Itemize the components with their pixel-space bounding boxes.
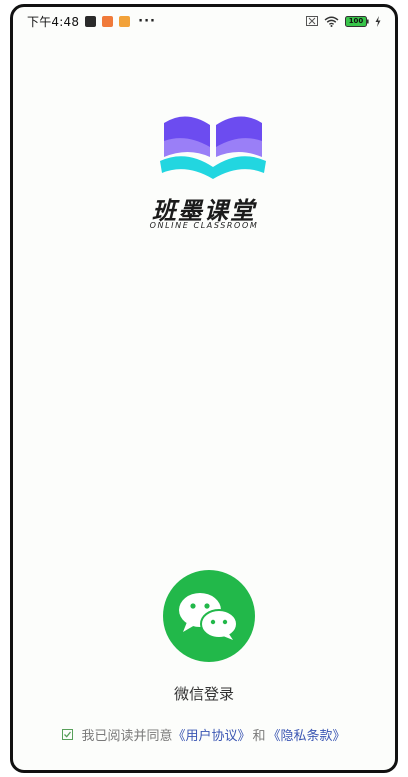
battery-icon: 100 (345, 15, 369, 27)
notification-app-icon-3 (119, 15, 131, 27)
phone-screen: 下午4:48 ··· 100 班墨课堂 ONLINE CLASSROOM 微信登… (10, 4, 398, 773)
agreement-checkbox[interactable] (62, 729, 74, 740)
wechat-login-button[interactable] (163, 570, 255, 662)
book-logo (158, 111, 268, 181)
notification-app-icon (85, 15, 97, 27)
wifi-icon (324, 16, 339, 27)
charging-icon (375, 15, 381, 27)
privacy-policy-link[interactable]: 《隐私条款》 (268, 725, 346, 744)
sim-off-icon (306, 16, 318, 26)
wechat-icon (179, 593, 238, 640)
status-time: 下午4:48 (27, 14, 80, 29)
notification-app-icon-2 (102, 15, 114, 27)
brand-subtitle: ONLINE CLASSROOM (149, 221, 259, 230)
agreement-prefix: 我已阅读并同意 (81, 729, 173, 744)
agreement-row: 我已阅读并同意 《用户协议》 和 《隐私条款》 (13, 725, 395, 744)
wechat-login-label[interactable]: 微信登录 (13, 683, 395, 704)
agreement-and: 和 (252, 729, 266, 744)
status-bar: 下午4:48 ··· 100 (13, 7, 395, 35)
more-notifications-icon: ··· (138, 13, 156, 29)
user-agreement-link[interactable]: 《用户协议》 (172, 725, 250, 744)
battery-level: 100 (348, 16, 364, 25)
